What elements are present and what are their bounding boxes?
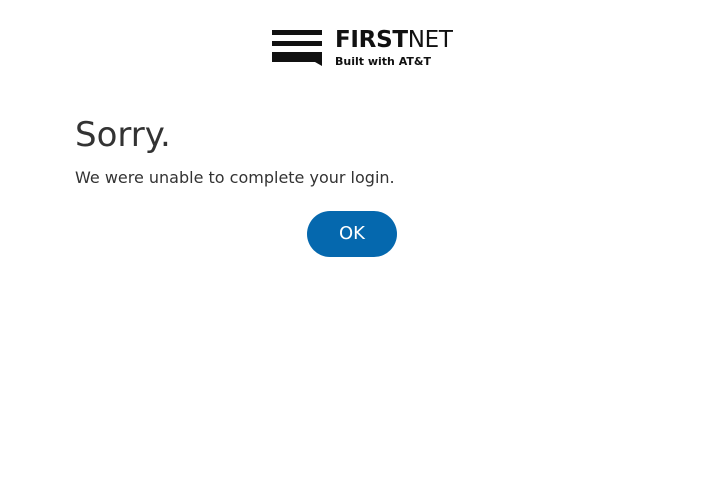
firstnet-logo: FIRST NET Built with AT&T xyxy=(272,28,453,69)
logo-tagline: Built with AT&T xyxy=(335,55,431,68)
logo-word-first: FIRST xyxy=(335,27,408,53)
logo-wordmark: FIRST NET xyxy=(335,28,453,52)
logo-text: FIRST NET Built with AT&T xyxy=(335,28,453,69)
page: FIRST NET Built with AT&T Sorry. We were … xyxy=(0,0,720,480)
ok-button[interactable]: OK xyxy=(307,211,397,257)
logo-word-net: NET xyxy=(407,27,453,53)
page-title: Sorry. xyxy=(75,115,171,155)
error-message: We were unable to complete your login. xyxy=(75,168,395,187)
firstnet-logo-mark-icon xyxy=(272,30,322,66)
